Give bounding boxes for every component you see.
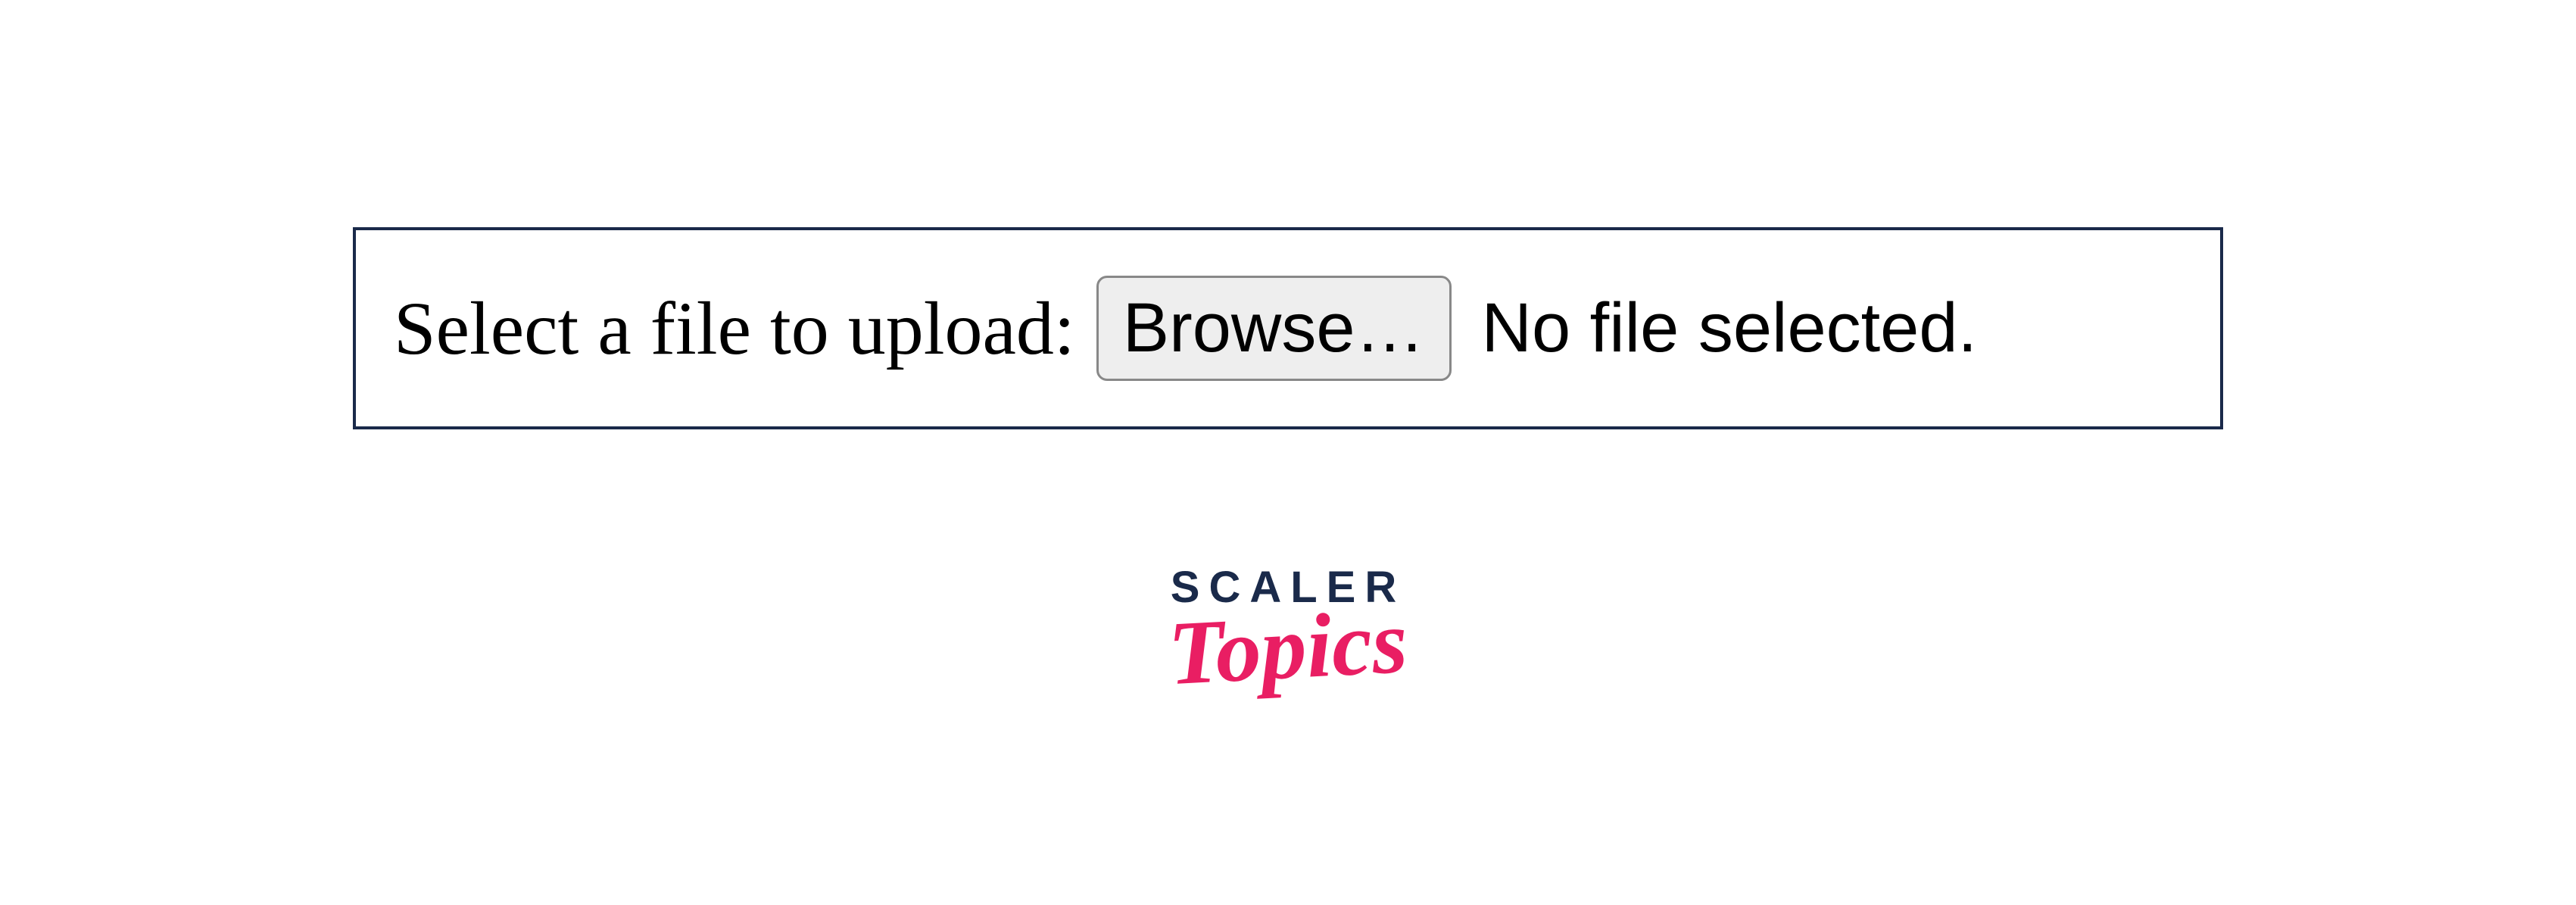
- logo-topics-text: Topics: [1166, 596, 1409, 699]
- file-upload-box: Select a file to upload: Browse… No file…: [353, 227, 2223, 429]
- scaler-topics-logo: SCALER Topics: [1168, 566, 1408, 693]
- file-status-text: No file selected.: [1482, 289, 1978, 368]
- browse-button[interactable]: Browse…: [1096, 276, 1452, 381]
- upload-label: Select a file to upload:: [394, 285, 1075, 372]
